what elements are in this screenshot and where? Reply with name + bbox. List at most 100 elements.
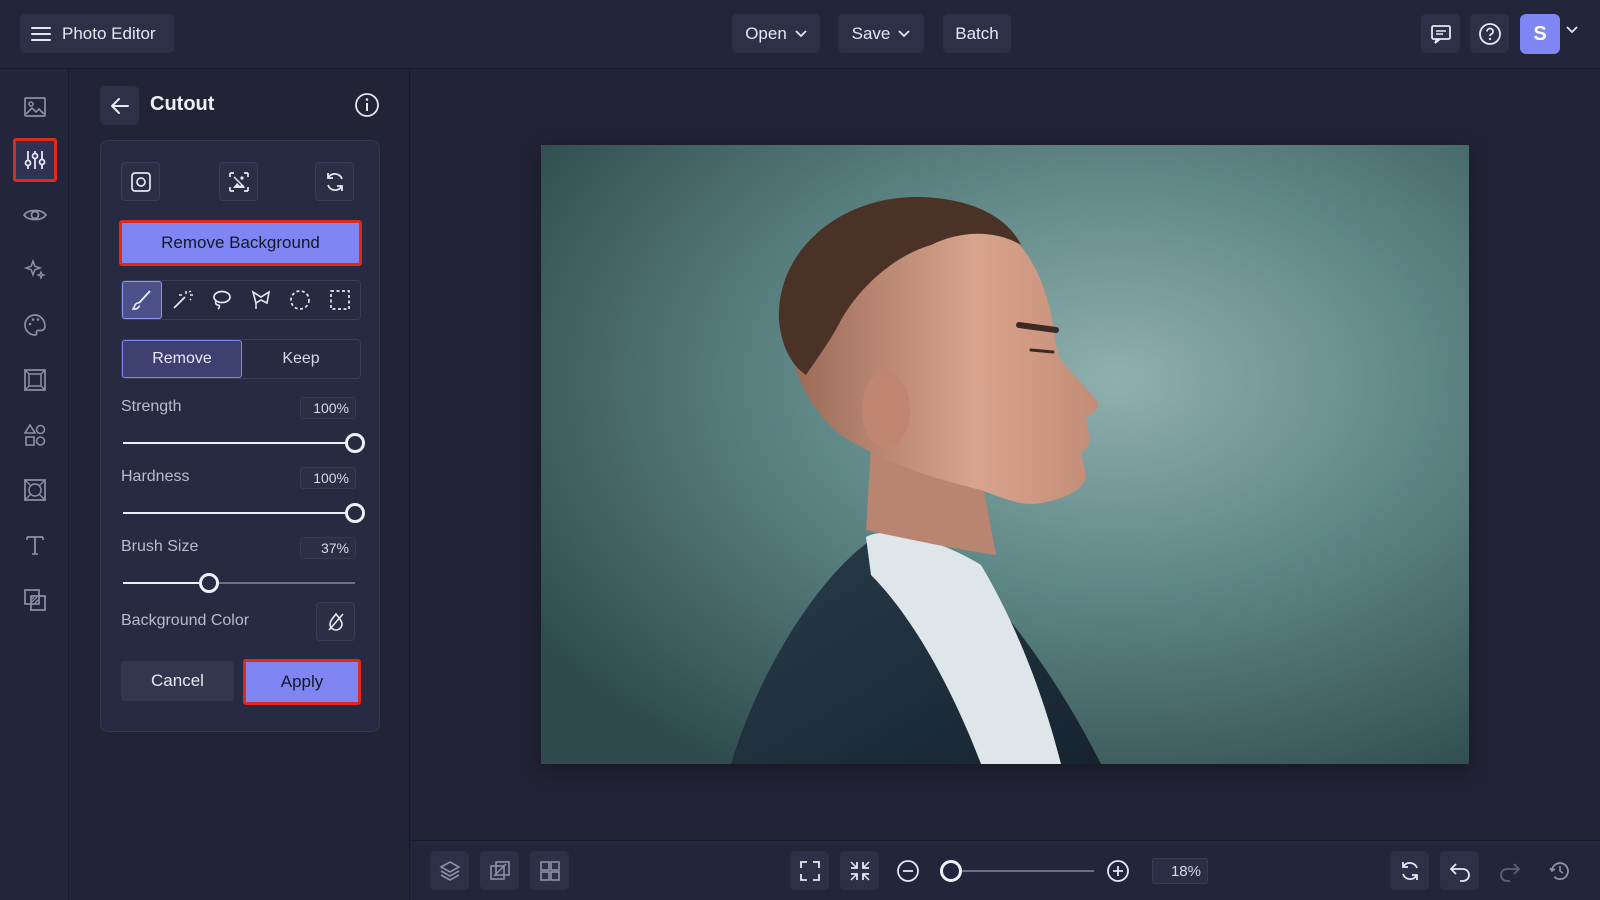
- chat-icon: [1430, 23, 1452, 45]
- rail-item-text[interactable]: [13, 523, 57, 567]
- rail-item-image[interactable]: [13, 85, 57, 129]
- compare-button[interactable]: [480, 851, 519, 890]
- redo-icon: [1498, 860, 1522, 882]
- reset-image-button[interactable]: [1390, 851, 1429, 890]
- open-label: Open: [745, 23, 787, 43]
- ellipse-select-icon: [289, 289, 311, 311]
- info-button[interactable]: [354, 92, 380, 118]
- grid-button[interactable]: [530, 851, 569, 890]
- brush-size-value[interactable]: 37%: [300, 537, 356, 559]
- history-button[interactable]: [1540, 851, 1579, 890]
- apply-button[interactable]: Apply: [243, 659, 361, 705]
- rail-item-overlays[interactable]: [13, 578, 57, 622]
- back-button[interactable]: [100, 86, 139, 125]
- cutout-mode-subject[interactable]: [219, 162, 258, 201]
- canvas-area[interactable]: [410, 69, 1600, 840]
- strength-value[interactable]: 100%: [300, 397, 356, 419]
- photo-preview[interactable]: [541, 145, 1469, 764]
- zoom-out-button[interactable]: [888, 851, 927, 890]
- strength-slider[interactable]: [123, 433, 365, 453]
- fit-to-screen-button[interactable]: [840, 851, 879, 890]
- layers-button[interactable]: [430, 851, 469, 890]
- fit-screen-icon: [849, 860, 871, 882]
- cutout-mode-camera[interactable]: [121, 162, 160, 201]
- info-icon: [354, 92, 380, 118]
- tool-ellipse-select[interactable]: [281, 281, 321, 319]
- app-menu-button[interactable]: Photo Editor: [20, 14, 174, 53]
- rail-item-touch-up[interactable]: [13, 193, 57, 237]
- brush-size-label: Brush Size: [121, 538, 199, 555]
- mode-keep-button[interactable]: Keep: [242, 340, 360, 378]
- camera-icon: [130, 171, 152, 193]
- save-dropdown[interactable]: Save: [838, 14, 924, 53]
- fullscreen-button[interactable]: [790, 851, 829, 890]
- feedback-button[interactable]: [1421, 14, 1460, 53]
- mode-remove-button[interactable]: Remove: [122, 340, 242, 378]
- refresh-icon: [324, 171, 346, 193]
- tool-magic-wand[interactable]: [162, 281, 202, 319]
- rail-item-adjustments[interactable]: [13, 138, 57, 182]
- remove-keep-toggle: Remove Keep: [121, 339, 361, 379]
- layers-icon: [438, 860, 461, 882]
- cutout-panel: Cutout Remove Background Remove Keep Str…: [69, 69, 410, 900]
- rail-item-frames[interactable]: [13, 358, 57, 402]
- zoom-slider-thumb[interactable]: [940, 860, 962, 882]
- tool-lasso[interactable]: [201, 281, 241, 319]
- user-avatar[interactable]: S: [1520, 14, 1560, 54]
- eye-icon: [22, 204, 48, 226]
- overlay-icon: [23, 588, 47, 612]
- panel-title: Cutout: [150, 93, 215, 115]
- hamburger-icon: [30, 23, 52, 45]
- remove-background-button[interactable]: Remove Background: [119, 220, 362, 266]
- rail-item-graphics[interactable]: [13, 413, 57, 457]
- texture-icon: [23, 478, 47, 502]
- cancel-button[interactable]: Cancel: [121, 661, 234, 701]
- image-icon: [23, 95, 47, 119]
- redo-button[interactable]: [1490, 851, 1529, 890]
- chevron-down-icon[interactable]: [1566, 26, 1578, 34]
- tool-brush[interactable]: [122, 281, 162, 319]
- refresh-icon: [1399, 860, 1421, 882]
- hardness-slider-thumb[interactable]: [345, 503, 365, 523]
- hardness-value[interactable]: 100%: [300, 467, 356, 489]
- undo-icon: [1448, 860, 1472, 882]
- tool-polygon-lasso[interactable]: [241, 281, 281, 319]
- sparkles-icon: [23, 258, 47, 282]
- rail-item-effects[interactable]: [13, 248, 57, 292]
- palette-icon: [23, 313, 47, 337]
- hardness-slider-fill: [123, 512, 355, 514]
- bottom-toolbar: 18%: [410, 840, 1600, 900]
- frame-icon: [23, 368, 47, 392]
- brush-size-slider-thumb[interactable]: [198, 573, 219, 593]
- plus-circle-icon: [1106, 859, 1130, 883]
- chevron-down-icon: [898, 29, 911, 38]
- rail-item-textures[interactable]: [13, 468, 57, 512]
- strength-slider-thumb[interactable]: [345, 433, 365, 453]
- compare-icon: [489, 860, 511, 882]
- hardness-slider[interactable]: [123, 503, 365, 523]
- portrait-photo: [541, 145, 1469, 764]
- shapes-icon: [23, 423, 47, 447]
- rail-item-artsy[interactable]: [13, 303, 57, 347]
- zoom-in-button[interactable]: [1098, 851, 1137, 890]
- image-cutout-icon: [227, 170, 251, 194]
- strength-slider-fill: [123, 442, 355, 444]
- help-button[interactable]: [1470, 14, 1509, 53]
- arrow-left-icon: [110, 97, 130, 115]
- top-bar: Photo Editor Open Save Batch S: [0, 0, 1600, 69]
- save-label: Save: [851, 23, 891, 43]
- open-dropdown[interactable]: Open: [732, 14, 820, 53]
- reset-button[interactable]: [315, 162, 354, 201]
- text-icon: [23, 533, 47, 557]
- undo-button[interactable]: [1440, 851, 1479, 890]
- background-color-picker[interactable]: [316, 602, 355, 641]
- selection-tools: [121, 280, 361, 320]
- question-circle-icon: [1478, 22, 1502, 46]
- batch-button[interactable]: Batch: [943, 14, 1011, 53]
- brush-size-slider[interactable]: [123, 573, 355, 593]
- zoom-slider-track[interactable]: [948, 870, 1094, 872]
- zoom-value[interactable]: 18%: [1152, 858, 1208, 884]
- tool-rectangle-select[interactable]: [320, 281, 360, 319]
- grid-icon: [539, 860, 561, 882]
- background-color-label: Background Color: [121, 612, 250, 629]
